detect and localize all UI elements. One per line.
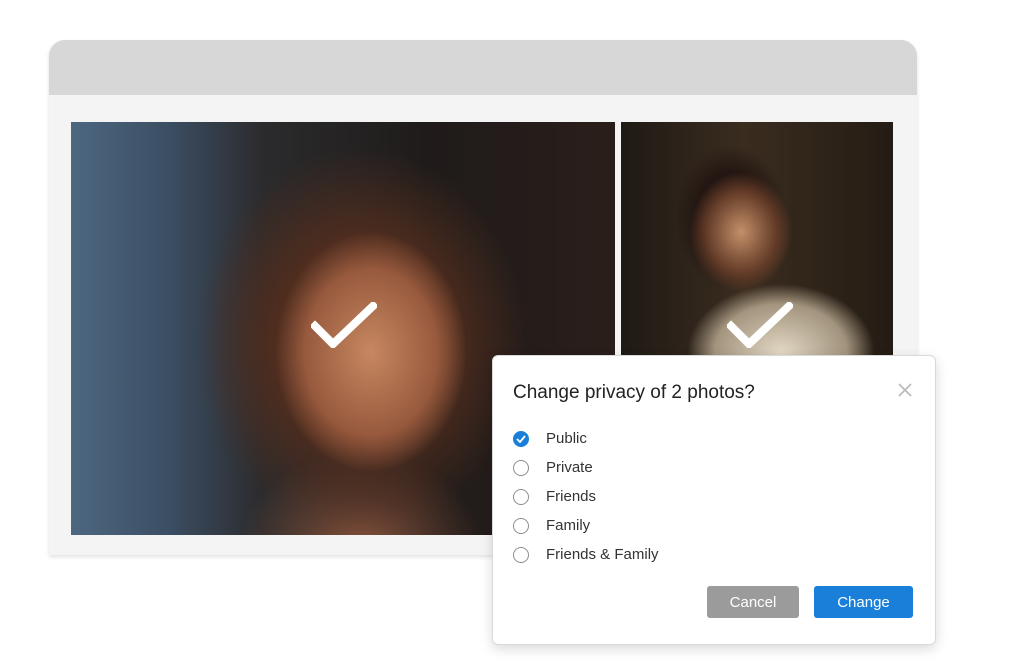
radio-checked-icon[interactable]	[513, 430, 529, 447]
radio-icon[interactable]	[513, 459, 529, 476]
option-friends-family[interactable]: Friends & Family	[513, 540, 659, 569]
privacy-dialog: Change privacy of 2 photos? Public Priva…	[492, 355, 936, 645]
radio-icon[interactable]	[513, 517, 529, 534]
radio-icon[interactable]	[513, 488, 529, 505]
option-friends[interactable]: Friends	[513, 482, 659, 511]
option-label: Family	[546, 517, 591, 534]
cancel-button[interactable]: Cancel	[707, 586, 799, 618]
option-private[interactable]: Private	[513, 453, 659, 482]
option-public[interactable]: Public	[513, 424, 659, 453]
option-label: Public	[546, 430, 587, 447]
option-family[interactable]: Family	[513, 511, 659, 540]
option-label: Friends	[546, 488, 597, 505]
checkmark-icon	[727, 302, 793, 348]
window-titlebar	[49, 40, 917, 95]
option-label: Private	[546, 459, 593, 476]
close-icon[interactable]	[895, 380, 915, 400]
checkmark-icon	[311, 302, 377, 348]
radio-icon[interactable]	[513, 546, 529, 563]
privacy-options: Public Private Friends Family Friends & …	[513, 424, 659, 569]
dialog-title: Change privacy of 2 photos?	[513, 382, 755, 403]
change-button[interactable]: Change	[814, 586, 913, 618]
option-label: Friends & Family	[546, 546, 659, 563]
